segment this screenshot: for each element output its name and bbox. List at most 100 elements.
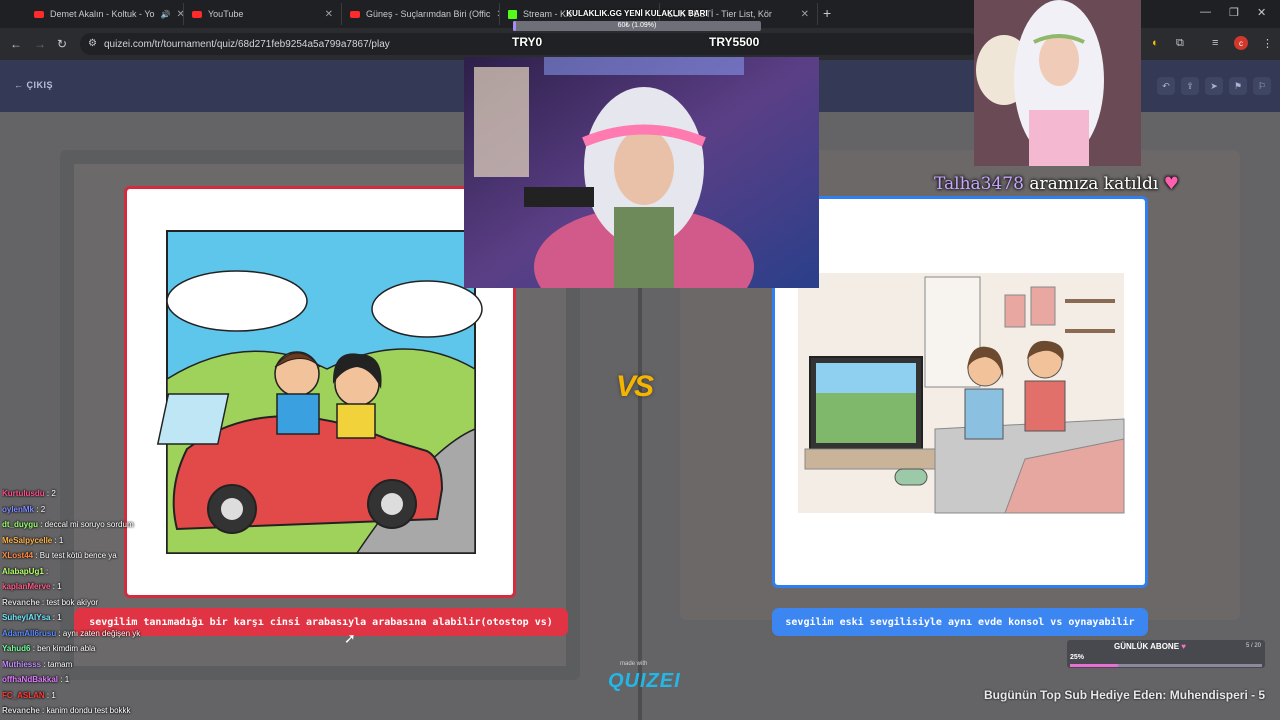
tab-title: Demet Akalın - Koltuk - Yo [50,9,155,19]
chat-text: : 2 [36,504,46,514]
exit-label: ÇIKIŞ [26,80,54,90]
follower-join-alert: Talha3478 aramıza katıldı ♥ [934,174,1179,194]
chat-text: : 1 [60,675,70,684]
option-card-right[interactable] [772,196,1148,588]
chat-text: : tamam [43,659,73,669]
goal-min-label: TRY0 [512,35,543,49]
minimize-icon[interactable]: — [1200,6,1211,18]
chat-username[interactable]: SuheylAlYsa [2,613,50,622]
close-window-icon[interactable]: ✕ [1257,6,1266,19]
exit-button[interactable]: ← ÇIKIŞ [14,80,53,90]
goal-value: 60₺ (1.09%) [617,22,657,29]
site-info-icon[interactable]: ⚙ [88,38,97,49]
chat-text: : deccal mi soruyo sordum [40,520,134,529]
chat-username[interactable]: Yahud6 [2,644,30,653]
streamer-webcam-main [464,57,819,288]
stream-chat: Kurtulusdu : 2 oylenMk : 2 dt_duygu : decc… [2,486,182,719]
close-tab-icon[interactable]: ✕ [177,9,183,20]
extensions-icon[interactable]: ⧉ [1176,37,1184,50]
close-tab-icon[interactable]: ✕ [325,9,333,20]
chat-username[interactable]: Muthiesss [2,660,41,669]
chat-username[interactable]: dt_duygu [2,520,38,529]
couple-gaming-illustration [798,273,1125,514]
flag-button[interactable]: ⚐ [1253,77,1271,95]
chat-text: : [46,566,49,576]
daily-sub-title-text: GÜNLÜK ABONE [1114,642,1180,651]
chat-message: SuheylAlYsa : 1 [2,610,182,626]
quizei-logo[interactable]: QUIZEI [608,670,681,693]
chat-text: : 1 [52,582,62,591]
browser-tab-2[interactable]: Güneş - Suçlarımdan Biri (Offic ✕ [342,3,500,25]
report-button[interactable]: ⚑ [1229,77,1247,95]
chat-message: AdamAll6rusu : aynı zaten değişen yk [2,626,182,642]
goal-title: KULAKLIK.GG YENİ KULAKLIK BARI [566,9,708,18]
option-card-left[interactable] [124,186,516,598]
mouse-cursor-icon: ➚ [344,630,356,646]
new-tab-icon[interactable]: + [823,5,831,21]
daily-sub-percent: 25% [1070,654,1085,661]
streamer-video-frame-secondary [974,0,1141,166]
back-icon[interactable]: ← [10,37,22,51]
chat-message: Revanche : test bok akiyor [2,595,182,611]
streamer-webcam-secondary [974,0,1141,166]
youtube-icon [350,10,360,18]
profile-avatar[interactable]: c [1234,36,1248,50]
tab-title: YouTube [208,9,244,19]
close-tab-icon[interactable]: ✕ [801,9,809,20]
chat-text: : Bu test kötü bence ya [35,551,117,560]
forward-icon[interactable]: → [34,37,46,51]
undo-button[interactable]: ↶ [1157,77,1175,95]
chat-username[interactable]: FC_ASLAN [2,691,45,700]
couple-in-car-illustration [156,230,483,554]
chat-message: MeSalpycelle : 1 [2,533,182,549]
chat-text: : 1 [52,613,62,622]
daily-sub-count: 5 / 20 [1246,643,1262,649]
chat-message: FC_ASLAN : 1 [2,688,182,704]
chat-message: Kurtulusdu : 2 [2,486,182,502]
chat-message: Revanche : kanim dondu test bokkk [2,703,182,719]
chat-username[interactable]: Kurtulusdu [2,489,45,498]
headphone-donation-goal: KULAKLIK.GG YENİ KULAKLIK BARI 60₺ (1.09… [513,8,761,32]
made-with-label: made with [620,661,648,667]
url-text: quizei.com/tr/tournament/quiz/68d271feb9… [104,38,390,50]
chat-username[interactable]: oylenMk [2,505,34,514]
browser-tab-1[interactable]: YouTube ✕ [184,3,342,25]
join-text: aramıza katıldı [1029,174,1159,194]
chat-message: dt_duygu : deccal mi soruyo sordum [2,517,182,533]
share-button[interactable]: ⇪ [1181,77,1199,95]
chat-username[interactable]: Revanche [2,598,40,607]
chat-message: Muthiesss : tamam [2,657,182,673]
maximize-icon[interactable]: ❐ [1229,6,1239,19]
chat-username[interactable]: kaplanMerve [2,582,50,591]
versus-badge: VS [616,370,654,404]
send-button[interactable]: ➤ [1205,77,1223,95]
chat-message: Yahud6 : ben kimdim abla [2,641,182,657]
media-control-icon[interactable]: ≡ [1212,37,1218,49]
chat-text: : 2 [46,489,56,498]
chat-username[interactable]: AdamAll6rusu [2,629,56,638]
chat-username[interactable]: AlabapUg1 [2,567,44,576]
join-username: Talha3478 [934,174,1024,194]
heart-icon: ♥ [1181,642,1187,651]
chat-message: offhaNdBakkal : 1 [2,672,182,688]
option-label-right[interactable]: sevgilim eski sevgilisiyle aynı evde kon… [772,608,1148,636]
tab-title: Güneş - Suçlarımdan Biri (Offic [366,9,491,19]
reload-icon[interactable]: ↻ [57,37,67,51]
dark-mode-extension-icon[interactable]: ◐ [1152,37,1159,49]
chat-username[interactable]: MeSalpycelle [2,536,52,545]
chat-text: : test bok akiyor [42,597,99,607]
chat-username[interactable]: Revanche [2,706,40,715]
chat-username[interactable]: offhaNdBakkal [2,675,58,684]
chat-text: : 1 [54,535,64,545]
browser-tab-0[interactable]: Demet Akalın - Koltuk - Yo 🔊 ✕ [26,3,184,25]
youtube-icon [192,10,202,18]
youtube-icon [34,10,44,18]
screen: Demet Akalın - Koltuk - Yo 🔊 ✕ YouTube ✕… [0,0,1280,720]
chat-message: oylenMk : 2 [2,502,182,518]
chat-username[interactable]: XLost44 [2,551,33,560]
browser-menu-icon[interactable]: ⋮ [1262,37,1273,50]
versus-label: VS [616,370,654,403]
streamer-video-frame [464,57,819,288]
daily-sub-title: GÜNLÜK ABONE ♥ [1114,642,1186,651]
chat-text: : kanim dondu test bokkk [42,706,131,715]
